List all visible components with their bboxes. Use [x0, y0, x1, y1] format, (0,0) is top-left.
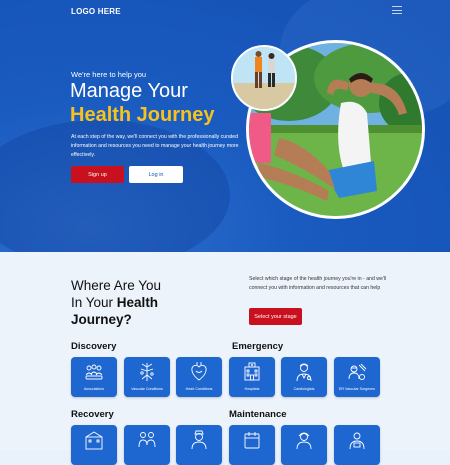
- tile-recovery-1[interactable]: [71, 425, 117, 465]
- tile-recovery-3[interactable]: [176, 425, 222, 465]
- tile-vascular-conditions[interactable]: Vascular Conditions: [124, 357, 170, 397]
- nurse-icon: [191, 430, 207, 450]
- tile-maintenance-2[interactable]: [281, 425, 327, 465]
- hamburger-icon[interactable]: [392, 6, 402, 14]
- surgeon-icon: [348, 363, 367, 380]
- support-person-icon: [349, 432, 365, 450]
- tile-label: Vascular Conditions: [131, 387, 163, 391]
- tile-maintenance-3[interactable]: [334, 425, 380, 465]
- tile-hospitals[interactable]: Hospitals: [229, 357, 275, 397]
- recovery-title: Recovery: [71, 409, 114, 420]
- sign-up-button[interactable]: Sign up: [71, 166, 124, 183]
- journey-description: Select which stage of the health journey…: [249, 276, 387, 291]
- journey-heading-line2: In Your: [71, 295, 117, 310]
- doctor-icon: [296, 363, 312, 382]
- calendar-icon: [244, 432, 260, 449]
- tile-maintenance-1[interactable]: [229, 425, 275, 465]
- select-stage-button[interactable]: Select your stage: [249, 308, 302, 325]
- journey-heading-highlight: Health: [116, 295, 159, 310]
- consultant-icon: [296, 432, 312, 450]
- vascular-icon: [140, 363, 154, 381]
- clinic-building-icon: [85, 431, 103, 450]
- tile-recovery-2[interactable]: [124, 425, 170, 465]
- hero-description: At each step of the way, we'll connect y…: [71, 134, 239, 158]
- tile-er-vascular-surgeons[interactable]: ER Vascular Surgeons: [334, 357, 380, 397]
- maintenance-title: Maintenance: [229, 409, 287, 420]
- tile-label: Hospitals: [244, 387, 260, 391]
- tile-label: Associations: [83, 387, 105, 391]
- journey-heading-line1: Where Are You: [71, 278, 162, 293]
- caregiver-icon: [138, 432, 156, 448]
- hero-tagline: We're here to help you: [71, 70, 147, 79]
- hero-title-line1: Manage Your: [70, 80, 188, 102]
- journey-heading-line3: Journey?: [71, 312, 132, 327]
- log-in-button[interactable]: Log in: [129, 166, 183, 183]
- emergency-title: Emergency: [232, 341, 284, 352]
- tile-heart-conditions[interactable]: Heart Conditions: [176, 357, 222, 397]
- discovery-title: Discovery: [71, 341, 117, 352]
- tile-label: Cardiologists: [293, 387, 315, 391]
- hero-title-line2: Health Journey: [70, 104, 215, 126]
- tile-label: ER Vascular Surgeons: [338, 387, 376, 391]
- heart-icon: [191, 362, 207, 381]
- hospital-icon: [244, 362, 260, 381]
- tile-label: Heart Conditions: [185, 387, 213, 391]
- tile-associations[interactable]: Associations: [71, 357, 117, 397]
- hero-runners-photo: [231, 45, 297, 111]
- journey-heading: Where Are You In Your Health Journey?: [71, 277, 161, 328]
- logo[interactable]: LOGO HERE: [71, 7, 121, 16]
- tile-cardiologists[interactable]: Cardiologists: [281, 357, 327, 397]
- people-group-icon: [85, 364, 103, 380]
